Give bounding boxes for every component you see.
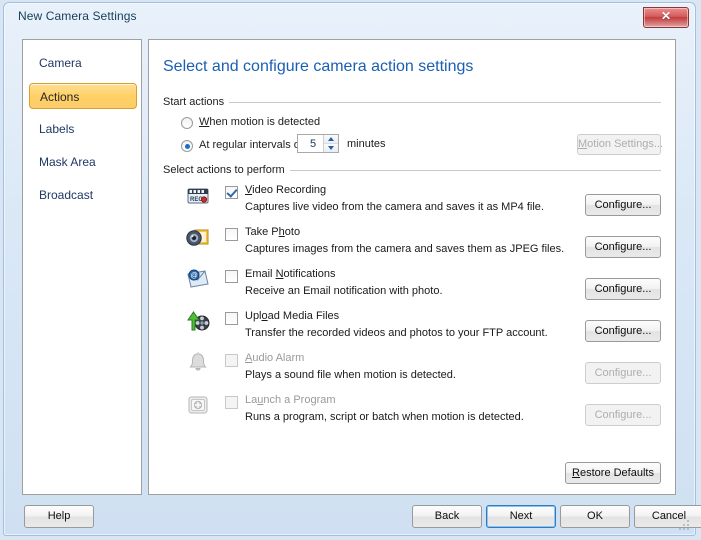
interval-spinner-buttons <box>323 135 338 152</box>
sidebar-item-broadcast[interactable]: Broadcast <box>29 182 137 208</box>
action-title[interactable]: Upload Media Files <box>245 310 339 322</box>
email-notifications-icon: @ <box>185 266 211 292</box>
sidebar-item-mask-area[interactable]: Mask Area <box>29 149 137 175</box>
window-title: New Camera Settings <box>18 9 137 23</box>
action-row: @ Email Notifications Receive an Email not… <box>163 266 661 306</box>
action-title[interactable]: Take Photo <box>245 226 300 238</box>
action-row: Take Photo Captures images from the camer… <box>163 224 661 264</box>
configure-button[interactable]: Configure... <box>585 278 661 300</box>
checkbox-take-photo[interactable] <box>225 228 238 241</box>
motion-settings-button[interactable]: Motion Settings... <box>577 134 661 155</box>
configure-button: Configure... <box>585 404 661 426</box>
upload-media-files-icon <box>185 308 211 334</box>
sidebar: Camera Actions Labels Mask Area Broadcast <box>22 39 142 495</box>
ok-button[interactable]: OK <box>560 505 630 528</box>
spinner-up-icon[interactable] <box>324 135 338 144</box>
select-actions-group-label: Select actions to perform <box>163 164 290 176</box>
action-row: Launch a Program Runs a program, script o… <box>163 392 661 432</box>
checkbox-audio-alarm <box>225 354 238 367</box>
dialog-window: New Camera Settings ✕ Camera Actions Label… <box>3 2 696 536</box>
radio-when-motion-detected-control[interactable] <box>181 117 193 129</box>
content-panel: Select and configure camera action setti… <box>148 39 676 495</box>
spinner-down-icon[interactable] <box>324 144 338 152</box>
configure-button: Configure... <box>585 362 661 384</box>
page-title: Select and configure camera action setti… <box>163 58 473 76</box>
checkbox-launch-a-program <box>225 396 238 409</box>
action-title: Audio Alarm <box>245 352 304 364</box>
audio-alarm-icon <box>185 350 211 376</box>
next-button[interactable]: Next <box>486 505 556 528</box>
radio-when-motion-detected-label[interactable]: When motion is detected <box>199 116 320 128</box>
actions-list: REC Video Recording Captures live video fr… <box>163 182 661 436</box>
action-row: Audio Alarm Plays a sound file when motio… <box>163 350 661 390</box>
start-actions-group-label: Start actions <box>163 96 229 108</box>
start-actions-divider <box>227 102 661 103</box>
action-title[interactable]: Email Notifications <box>245 268 336 280</box>
action-row: Upload Media Files Transfer the recorded … <box>163 308 661 348</box>
action-title[interactable]: Video Recording <box>245 184 326 196</box>
action-description: Receive an Email notification with photo… <box>245 285 443 297</box>
action-description: Plays a sound file when motion is detect… <box>245 369 456 381</box>
configure-button[interactable]: Configure... <box>585 194 661 216</box>
close-button[interactable]: ✕ <box>643 7 689 28</box>
close-icon: ✕ <box>644 8 688 27</box>
radio-regular-intervals-label[interactable]: At regular intervals of <box>199 139 303 151</box>
action-row: REC Video Recording Captures live video fr… <box>163 182 661 222</box>
action-description: Captures live video from the camera and … <box>245 201 544 213</box>
resize-grip[interactable] <box>679 520 691 532</box>
action-description: Runs a program, script or batch when mot… <box>245 411 524 423</box>
help-button[interactable]: Help <box>24 505 94 528</box>
configure-button[interactable]: Configure... <box>585 320 661 342</box>
select-actions-divider <box>277 170 661 171</box>
sidebar-item-labels[interactable]: Labels <box>29 116 137 142</box>
action-title: Launch a Program <box>245 394 336 406</box>
action-description: Captures images from the camera and save… <box>245 243 564 255</box>
interval-unit-label: minutes <box>347 138 386 150</box>
title-bar: New Camera Settings ✕ <box>4 3 695 31</box>
restore-defaults-button[interactable]: Restore Defaults <box>565 462 661 484</box>
back-button[interactable]: Back <box>412 505 482 528</box>
launch-a-program-icon <box>185 392 211 418</box>
checkbox-upload-media-files[interactable] <box>225 312 238 325</box>
action-description: Transfer the recorded videos and photos … <box>245 327 548 339</box>
video-recording-icon: REC <box>185 182 211 208</box>
sidebar-item-camera[interactable]: Camera <box>29 50 137 76</box>
svg-text:@: @ <box>191 272 198 279</box>
sidebar-item-actions[interactable]: Actions <box>29 83 137 109</box>
checkbox-email-notifications[interactable] <box>225 270 238 283</box>
configure-button[interactable]: Configure... <box>585 236 661 258</box>
interval-spinner[interactable] <box>297 134 339 153</box>
checkbox-video-recording[interactable] <box>225 186 238 199</box>
client-area: Camera Actions Labels Mask Area Broadcast Se… <box>10 31 689 530</box>
footer-bar: Help Back Next OK Cancel <box>10 505 689 529</box>
radio-regular-intervals-control[interactable] <box>181 140 193 152</box>
take-photo-icon <box>185 224 211 250</box>
